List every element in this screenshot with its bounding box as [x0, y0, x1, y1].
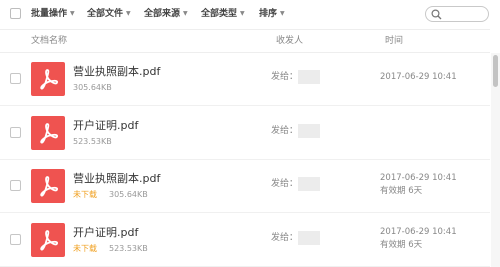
column-header: 文档名称 收发人 时间	[0, 29, 490, 53]
pdf-file-icon	[31, 62, 65, 96]
scrollbar-thumb[interactable]	[493, 55, 498, 87]
all-types-dropdown[interactable]: 全部类型 ▼	[201, 8, 245, 20]
sort-dropdown[interactable]: 排序 ▼	[259, 8, 285, 20]
file-meta: 523.53KB	[73, 137, 112, 147]
download-status: 未下载	[73, 244, 97, 253]
row-checkbox[interactable]	[10, 234, 21, 245]
caret-down-icon: ▼	[126, 10, 131, 17]
file-size: 523.53KB	[109, 244, 148, 253]
sender-prefix: 发给：	[271, 126, 299, 136]
caret-down-icon: ▼	[183, 10, 188, 17]
file-size: 305.64KB	[73, 83, 112, 92]
file-name[interactable]: 营业执照副本.pdf	[73, 65, 160, 78]
all-sources-label: 全部来源	[144, 9, 181, 19]
batch-operation-label: 批量操作	[31, 9, 68, 19]
all-files-label: 全部文件	[87, 9, 124, 19]
column-sender[interactable]: 收发人	[276, 36, 303, 47]
pdf-file-icon	[31, 116, 65, 150]
row-checkbox[interactable]	[10, 127, 21, 138]
sender-prefix: 发给：	[271, 179, 299, 189]
file-name[interactable]: 开户证明.pdf	[73, 119, 138, 132]
search-icon	[431, 9, 442, 20]
select-all-checkbox[interactable]	[10, 8, 21, 19]
file-meta: 305.64KB	[73, 83, 112, 93]
file-row[interactable]: 营业执照副本.pdf 未下载 305.64KB 发给： 2017-06-29 10…	[0, 160, 490, 213]
file-size: 305.64KB	[109, 190, 148, 199]
column-name: 文档名称	[31, 36, 68, 46]
column-time[interactable]: 时间	[385, 36, 403, 47]
toolbar: 批量操作 ▼ 全部文件 ▼ 全部来源 ▼ 全部类型 ▼ 排序 ▼	[0, 0, 500, 29]
sender-prefix: 发给：	[271, 72, 299, 82]
row-checkbox[interactable]	[10, 73, 21, 84]
scrollbar[interactable]	[491, 53, 500, 267]
caret-down-icon: ▼	[240, 10, 245, 17]
batch-operation-dropdown[interactable]: 批量操作 ▼	[31, 8, 75, 20]
file-row[interactable]: 营业执照副本.pdf 305.64KB 发给： 2017-06-29 10:41	[0, 53, 490, 106]
file-name[interactable]: 开户证明.pdf	[73, 226, 138, 239]
all-types-label: 全部类型	[201, 9, 238, 19]
file-row[interactable]: 开户证明.pdf 523.53KB 发给：	[0, 107, 490, 160]
sort-label: 排序	[259, 9, 278, 19]
download-status: 未下载	[73, 190, 97, 199]
sender-name-redacted	[298, 231, 320, 245]
file-meta: 未下载 523.53KB	[73, 244, 148, 254]
all-files-dropdown[interactable]: 全部文件 ▼	[87, 8, 131, 20]
sender-prefix: 发给：	[271, 233, 299, 243]
file-name[interactable]: 营业执照副本.pdf	[73, 172, 160, 185]
caret-down-icon: ▼	[280, 10, 285, 17]
file-row[interactable]: 开户证明.pdf 未下载 523.53KB 发给： 2017-06-29 10:4…	[0, 214, 490, 267]
pdf-file-icon	[31, 169, 65, 203]
sender-name-redacted	[298, 70, 320, 84]
pdf-file-icon	[31, 223, 65, 257]
file-meta: 未下载 305.64KB	[73, 190, 148, 200]
expiry-value: 有效期 6天	[380, 186, 423, 196]
all-sources-dropdown[interactable]: 全部来源 ▼	[144, 8, 188, 20]
file-size: 523.53KB	[73, 137, 112, 146]
sender-name-redacted	[298, 177, 320, 191]
caret-down-icon: ▼	[70, 10, 75, 17]
sender-name-redacted	[298, 124, 320, 138]
time-value: 2017-06-29 10:41	[380, 227, 457, 237]
time-value: 2017-06-29 10:41	[380, 173, 457, 183]
row-checkbox[interactable]	[10, 180, 21, 191]
time-value: 2017-06-29 10:41	[380, 72, 457, 82]
expiry-value: 有效期 6天	[380, 240, 423, 250]
search-input[interactable]	[425, 6, 489, 22]
